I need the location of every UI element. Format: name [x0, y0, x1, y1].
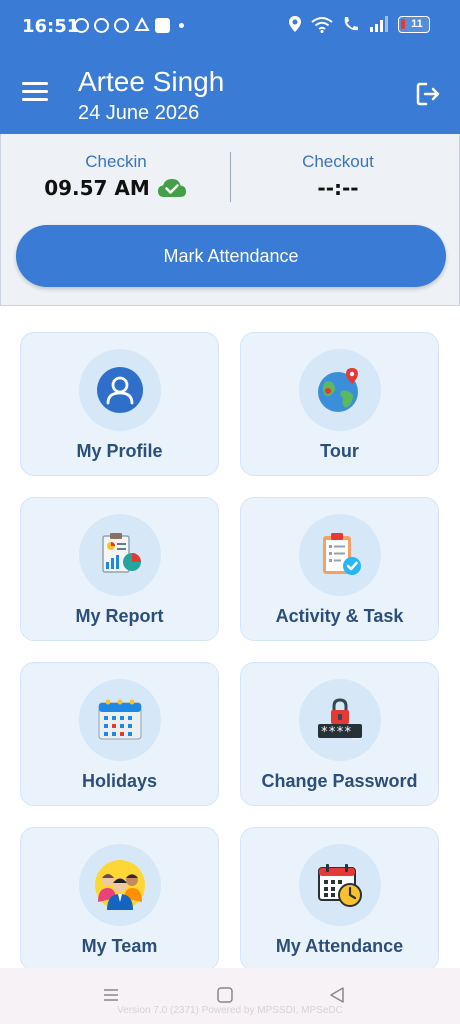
menu-icon[interactable]	[22, 82, 48, 104]
checkout-label: Checkout	[302, 152, 374, 171]
tile-label: My Report	[75, 606, 164, 626]
tile-label: My Attendance	[275, 936, 404, 956]
location-icon	[289, 16, 301, 32]
profile-icon	[97, 367, 143, 413]
tile-label: Holidays	[81, 771, 158, 791]
tile-icon-bg	[299, 844, 381, 926]
wifi-calling-icon	[344, 17, 358, 31]
tile-change-password[interactable]: ****_ Change Password	[240, 662, 439, 806]
mark-attendance-button[interactable]: Mark Attendance	[16, 225, 446, 287]
header-date: 24 June 2026	[78, 102, 200, 124]
cloud-check-icon	[157, 179, 186, 197]
app-header: Artee Singh 24 June 2026	[0, 52, 460, 134]
tile-activity-task[interactable]: Activity & Task	[240, 497, 439, 641]
password-lock-icon: ****_	[318, 698, 362, 740]
tile-my-report[interactable]: My Report	[20, 497, 219, 641]
tile-holidays[interactable]: Holidays	[20, 662, 219, 806]
signal-icon	[370, 16, 388, 32]
tile-icon-bg	[299, 349, 381, 431]
tile-icon-bg	[79, 844, 161, 926]
tile-label: Tour	[320, 441, 359, 461]
status-bar: 16:51 11	[0, 0, 460, 52]
whatsapp-icon	[74, 17, 89, 33]
status-time: 16:51	[22, 16, 80, 37]
tile-label: Change Password	[261, 771, 418, 791]
more-notifications-icon	[179, 22, 184, 28]
attendance-card: Checkin 09.57 AM Checkout --:-- Mark Att…	[0, 134, 460, 306]
drive-icon	[134, 17, 150, 31]
globe-icon	[318, 368, 358, 412]
tile-my-team[interactable]: My Team	[20, 827, 219, 971]
tile-icon-bg: ****_	[299, 679, 381, 761]
checkin-value: 09.57 AM	[44, 176, 188, 200]
facebook-icon	[94, 17, 109, 33]
tile-icon-bg	[299, 514, 381, 596]
recent-apps-icon[interactable]	[102, 986, 120, 1004]
tile-tour[interactable]: Tour	[240, 332, 439, 476]
tile-icon-bg	[79, 349, 161, 431]
battery-icon: 11	[398, 15, 430, 33]
chat-icon	[114, 17, 129, 33]
home-icon[interactable]	[216, 986, 234, 1004]
battery-level: 11	[411, 18, 423, 30]
calendar-icon	[98, 699, 142, 740]
app-icon	[155, 17, 170, 33]
checkin-time: 09.57 AM	[44, 176, 150, 200]
back-icon[interactable]	[328, 986, 346, 1004]
card-divider	[230, 152, 231, 202]
system-icons: 11	[288, 15, 430, 33]
tile-label: Activity & Task	[275, 606, 404, 626]
checkout-section: Checkout --:--	[243, 152, 433, 200]
tile-my-profile[interactable]: My Profile	[20, 332, 219, 476]
report-icon	[102, 533, 141, 573]
tile-icon-bg	[79, 679, 161, 761]
tile-label: My Team	[81, 936, 158, 956]
version-text: Version 7.0 (2371) Powered by MPSSDI, MP…	[117, 1005, 343, 1016]
notification-icons	[74, 17, 184, 33]
logout-icon[interactable]	[414, 80, 442, 108]
tile-label: My Profile	[76, 441, 163, 461]
team-icon	[95, 860, 145, 910]
attendance-calendar-icon	[318, 864, 362, 907]
system-nav-bar: Version 7.0 (2371) Powered by MPSSDI, MP…	[0, 968, 460, 1024]
wifi-icon	[311, 16, 333, 33]
checkout-time: --:--	[317, 176, 359, 200]
clipboard-icon	[323, 533, 361, 575]
checkin-label: Checkin	[85, 152, 147, 171]
tile-my-attendance[interactable]: My Attendance	[240, 827, 439, 971]
checkin-section: Checkin 09.57 AM	[21, 152, 211, 200]
tile-icon-bg	[79, 514, 161, 596]
user-name: Artee Singh	[78, 66, 225, 97]
svg-text:****_: ****_	[320, 725, 359, 740]
checkout-value: --:--	[317, 176, 358, 200]
